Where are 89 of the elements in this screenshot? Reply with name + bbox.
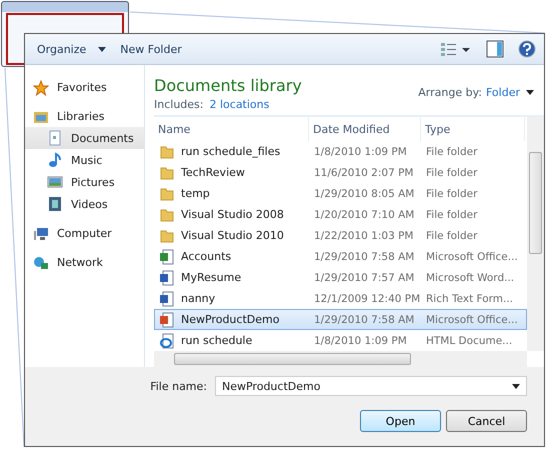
file-name: Visual Studio 2008 [181, 208, 284, 221]
file-name: MyResume [181, 271, 242, 284]
file-row[interactable]: temp 1/29/2010 8:05 AM File folder [154, 183, 527, 204]
date-cell-text: 1/8/2010 1:09 PM [313, 146, 408, 158]
type-cell-text: Microsoft Word... [425, 272, 516, 284]
type-cell-text: Rich Text Form... [425, 292, 514, 304]
folder-icon [159, 144, 175, 160]
type-cell-text: Microsoft Office... [425, 250, 519, 262]
dialog-button[interactable]: Open [360, 410, 441, 432]
video-icon [47, 196, 63, 212]
document-icon [47, 130, 63, 146]
file-name: nanny [181, 292, 216, 305]
document-icon [159, 312, 175, 328]
file-name-field[interactable]: NewProductDemo [215, 376, 527, 396]
type-cell-text: File folder [425, 188, 478, 200]
document-icon [159, 290, 175, 306]
star-icon [33, 80, 49, 96]
date-cell-text: 11/6/2010 2:07 PM [313, 166, 414, 178]
file-row[interactable]: MyResume 1/29/2010 7:57 AM Microsoft Word... [154, 267, 527, 288]
date-cell-text: 1/22/2010 1:03 PM [313, 230, 414, 242]
type-cell-text: File folder [425, 166, 478, 178]
folder-icon [159, 186, 175, 202]
picture-icon [47, 174, 63, 190]
date-cell-text: 12/1/2009 12:40 PM [313, 292, 422, 304]
type-cell-text: HTML Docume... [425, 334, 514, 346]
dialog-button[interactable]: Cancel [446, 410, 527, 432]
includes-label: Includes: [154, 98, 204, 111]
date-cell-text: 1/20/2010 7:10 AM [313, 208, 416, 220]
nav-item[interactable]: Music [25, 149, 144, 171]
column-header[interactable]: Type [421, 117, 525, 141]
nav-item[interactable]: Documents [25, 127, 144, 149]
file-row[interactable]: NewProductDemo 1/29/2010 7:58 AM Microsoft Office... [154, 309, 527, 330]
folder-icon [159, 228, 175, 244]
document-icon [159, 270, 175, 286]
scroll-thumb[interactable] [174, 353, 411, 365]
document-icon [159, 332, 175, 348]
date-cell-text: 1/29/2010 7:58 AM [313, 314, 416, 326]
folder-icon [159, 206, 175, 222]
column-header[interactable]: Name [154, 117, 309, 141]
date-cell-text: 1/8/2010 1:09 PM [313, 334, 408, 346]
locations-link[interactable]: 2 locations [209, 98, 270, 111]
date-cell-text: 1/29/2010 8:05 AM [313, 188, 416, 200]
nav-item[interactable]: Computer [25, 223, 144, 244]
nav-item[interactable]: Favorites [25, 77, 144, 98]
folder-icon [159, 164, 175, 180]
file-name: Accounts [181, 250, 232, 263]
help-icon[interactable] [518, 40, 536, 58]
type-cell-text: File folder [425, 208, 478, 220]
vertical-scrollbar[interactable] [527, 117, 544, 351]
network-icon [33, 254, 49, 270]
caret-icon [98, 46, 106, 52]
file-name: Visual Studio 2010 [181, 229, 284, 242]
file-name: TechReview [181, 166, 245, 179]
nav-item[interactable]: Videos [25, 193, 144, 215]
music-icon [47, 152, 63, 168]
nav-item[interactable]: Pictures [25, 171, 144, 193]
file-row[interactable]: Accounts 1/29/2010 7:58 AM Microsoft Office... [154, 246, 527, 267]
caret-icon [512, 384, 520, 388]
date-cell-text: 1/29/2010 7:58 AM [313, 250, 416, 262]
caret-icon [526, 90, 534, 96]
nav-item[interactable]: Network [25, 252, 144, 273]
organize-button[interactable]: Organize [33, 40, 110, 58]
type-cell-text: File folder [425, 230, 478, 242]
preview-pane-icon[interactable] [486, 40, 504, 58]
file-row[interactable]: TechReview 11/6/2010 2:07 PM File folder [154, 162, 527, 183]
file-row[interactable]: Visual Studio 2008 1/20/2010 7:10 AM File folder [154, 204, 527, 225]
horizontal-scrollbar[interactable] [154, 351, 527, 367]
file-row[interactable]: run schedule_files 1/8/2010 1:09 PM File folder [154, 141, 527, 162]
nav-item[interactable]: Libraries [25, 106, 144, 127]
column-header[interactable]: Date Modified [309, 117, 421, 141]
date-cell-text: 1/29/2010 7:57 AM [313, 272, 416, 284]
arrange-dropdown[interactable]: Folder [486, 86, 534, 99]
file-row[interactable]: run schedule 1/8/2010 1:09 PM HTML Docume... [154, 330, 527, 351]
new-folder-button[interactable]: New Folder [116, 40, 186, 58]
file-name-label: File name: [150, 380, 207, 392]
file-name: run schedule_files [181, 145, 280, 158]
file-row[interactable]: Visual Studio 2010 1/22/2010 1:03 PM File folder [154, 225, 527, 246]
type-cell-text: Microsoft Office... [425, 314, 519, 326]
file-row[interactable]: nanny 12/1/2009 12:40 PM Rich Text Form... [154, 288, 527, 309]
file-name: run schedule [181, 334, 252, 347]
document-icon [159, 248, 175, 264]
arrange-label: Arrange by: [418, 86, 482, 99]
library-title: Documents library [154, 76, 302, 95]
views-icon[interactable] [440, 41, 472, 57]
file-name: NewProductDemo [181, 313, 280, 326]
scroll-thumb[interactable] [529, 152, 542, 254]
computer-icon [33, 226, 49, 242]
file-name: temp [181, 187, 210, 200]
type-cell-text: File folder [425, 146, 478, 158]
